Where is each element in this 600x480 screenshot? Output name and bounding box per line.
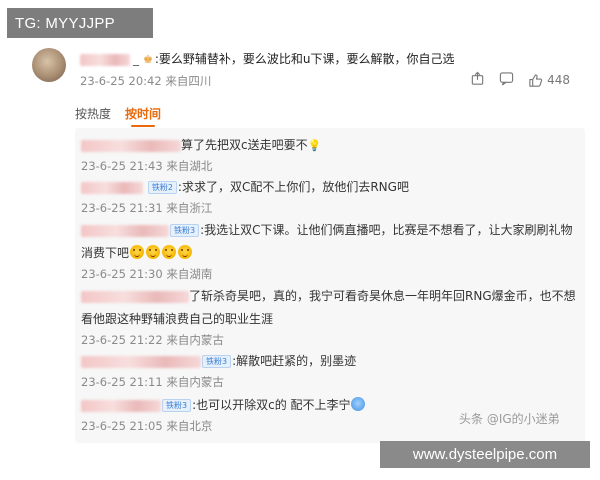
reply-text: :也可以开除双c的 配不上李宁: [192, 398, 351, 412]
reply-text: 算了先把双c送走吧要不: [181, 138, 308, 152]
fan-badge: 铁粉3: [202, 355, 232, 368]
reply-item: 铁粉3:我选让双C下课。让他们俩直播吧，比赛是不想看了，让大家刷刷礼物消费下吧: [81, 219, 576, 265]
reply-item: 铁粉2:求求了，双C配不上你们，放他们去RNG吧: [81, 176, 409, 198]
blurred-username[interactable]: [81, 139, 181, 152]
reply-item: 铁粉3:解散吧赶紧的，别墨迹: [81, 350, 356, 372]
fan-badge: 铁粉3: [162, 399, 192, 412]
blurred-username[interactable]: [81, 181, 143, 194]
smile-emoji-icon: [178, 245, 193, 259]
reply-meta: 23-6-25 21:30 来自湖南: [81, 267, 213, 281]
blurred-username[interactable]: [81, 224, 169, 237]
main-comment-meta: 23-6-25 20:42 来自四川: [80, 74, 212, 88]
lightbulb-icon: 💡: [307, 139, 322, 152]
reply-meta: 23-6-25 21:31 来自浙江: [81, 201, 213, 215]
reply-item: 算了先把双c送走吧要不💡: [81, 134, 321, 157]
reply-meta: 23-6-25 21:43 来自湖北: [81, 159, 213, 173]
tg-watermark: TG: MYYJJPP: [7, 8, 153, 38]
like-icon: [529, 73, 543, 87]
avatar[interactable]: [32, 48, 66, 82]
fan-badge: 铁粉3: [170, 224, 200, 237]
blurred-username[interactable]: [80, 53, 130, 66]
blurred-username[interactable]: [81, 290, 189, 303]
tab-sort-hot[interactable]: 按热度: [75, 105, 111, 122]
reply-meta: 23-6-25 21:05 来自北京: [81, 419, 213, 433]
reply-meta: 23-6-25 21:22 来自内蒙古: [81, 333, 224, 347]
blurred-username[interactable]: [81, 355, 201, 368]
smile-emoji-icon: [130, 245, 145, 259]
reply-item: 了斩杀奇昊吧，真的，我宁可看奇昊休息一年明年回RNG爆金币，也不想看他跟这种野辅…: [81, 285, 576, 331]
like-count: 448: [547, 73, 570, 87]
main-comment: _ ♚:要么野辅替补，要么波比和u下课，要么解散，你自己选 23-6-25 20:…: [30, 40, 590, 102]
reply-meta: 23-6-25 21:11 来自内蒙古: [81, 375, 224, 389]
reply-item: 铁粉3:也可以开除双c的 配不上李宁: [81, 394, 365, 416]
reply-text: :解散吧赶紧的，别墨迹: [232, 354, 357, 368]
main-comment-text: :要么野辅替补，要么波比和u下课，要么解散，你自己选: [154, 52, 455, 66]
reply-list: 算了先把双c送走吧要不💡 23-6-25 21:43 来自湖北 铁粉2:求求了，…: [75, 128, 585, 443]
cry-emoji-icon: [350, 397, 365, 411]
handle-watermark: 头条 @IG的小迷弟: [459, 412, 560, 426]
name-separator: _: [133, 52, 139, 66]
crown-icon: ♚: [143, 53, 153, 66]
comment-icon[interactable]: [499, 71, 514, 89]
reply-text: :求求了，双C配不上你们，放他们去RNG吧: [177, 180, 409, 194]
smile-emoji-icon: [162, 245, 177, 259]
fan-badge: 铁粉2: [147, 181, 177, 194]
share-icon[interactable]: [470, 71, 485, 89]
like-button[interactable]: 448: [528, 73, 570, 88]
smile-emoji-icon: [146, 245, 161, 259]
comment-actions: 448: [470, 71, 570, 89]
tab-sort-time[interactable]: 按时间: [125, 105, 161, 127]
site-watermark: www.dysteelpipe.com: [380, 441, 590, 468]
main-comment-line: _ ♚:要么野辅替补，要么波比和u下课，要么解散，你自己选: [80, 50, 455, 67]
blurred-username[interactable]: [81, 399, 161, 412]
sort-tabs: 按热度 按时间: [75, 105, 161, 127]
